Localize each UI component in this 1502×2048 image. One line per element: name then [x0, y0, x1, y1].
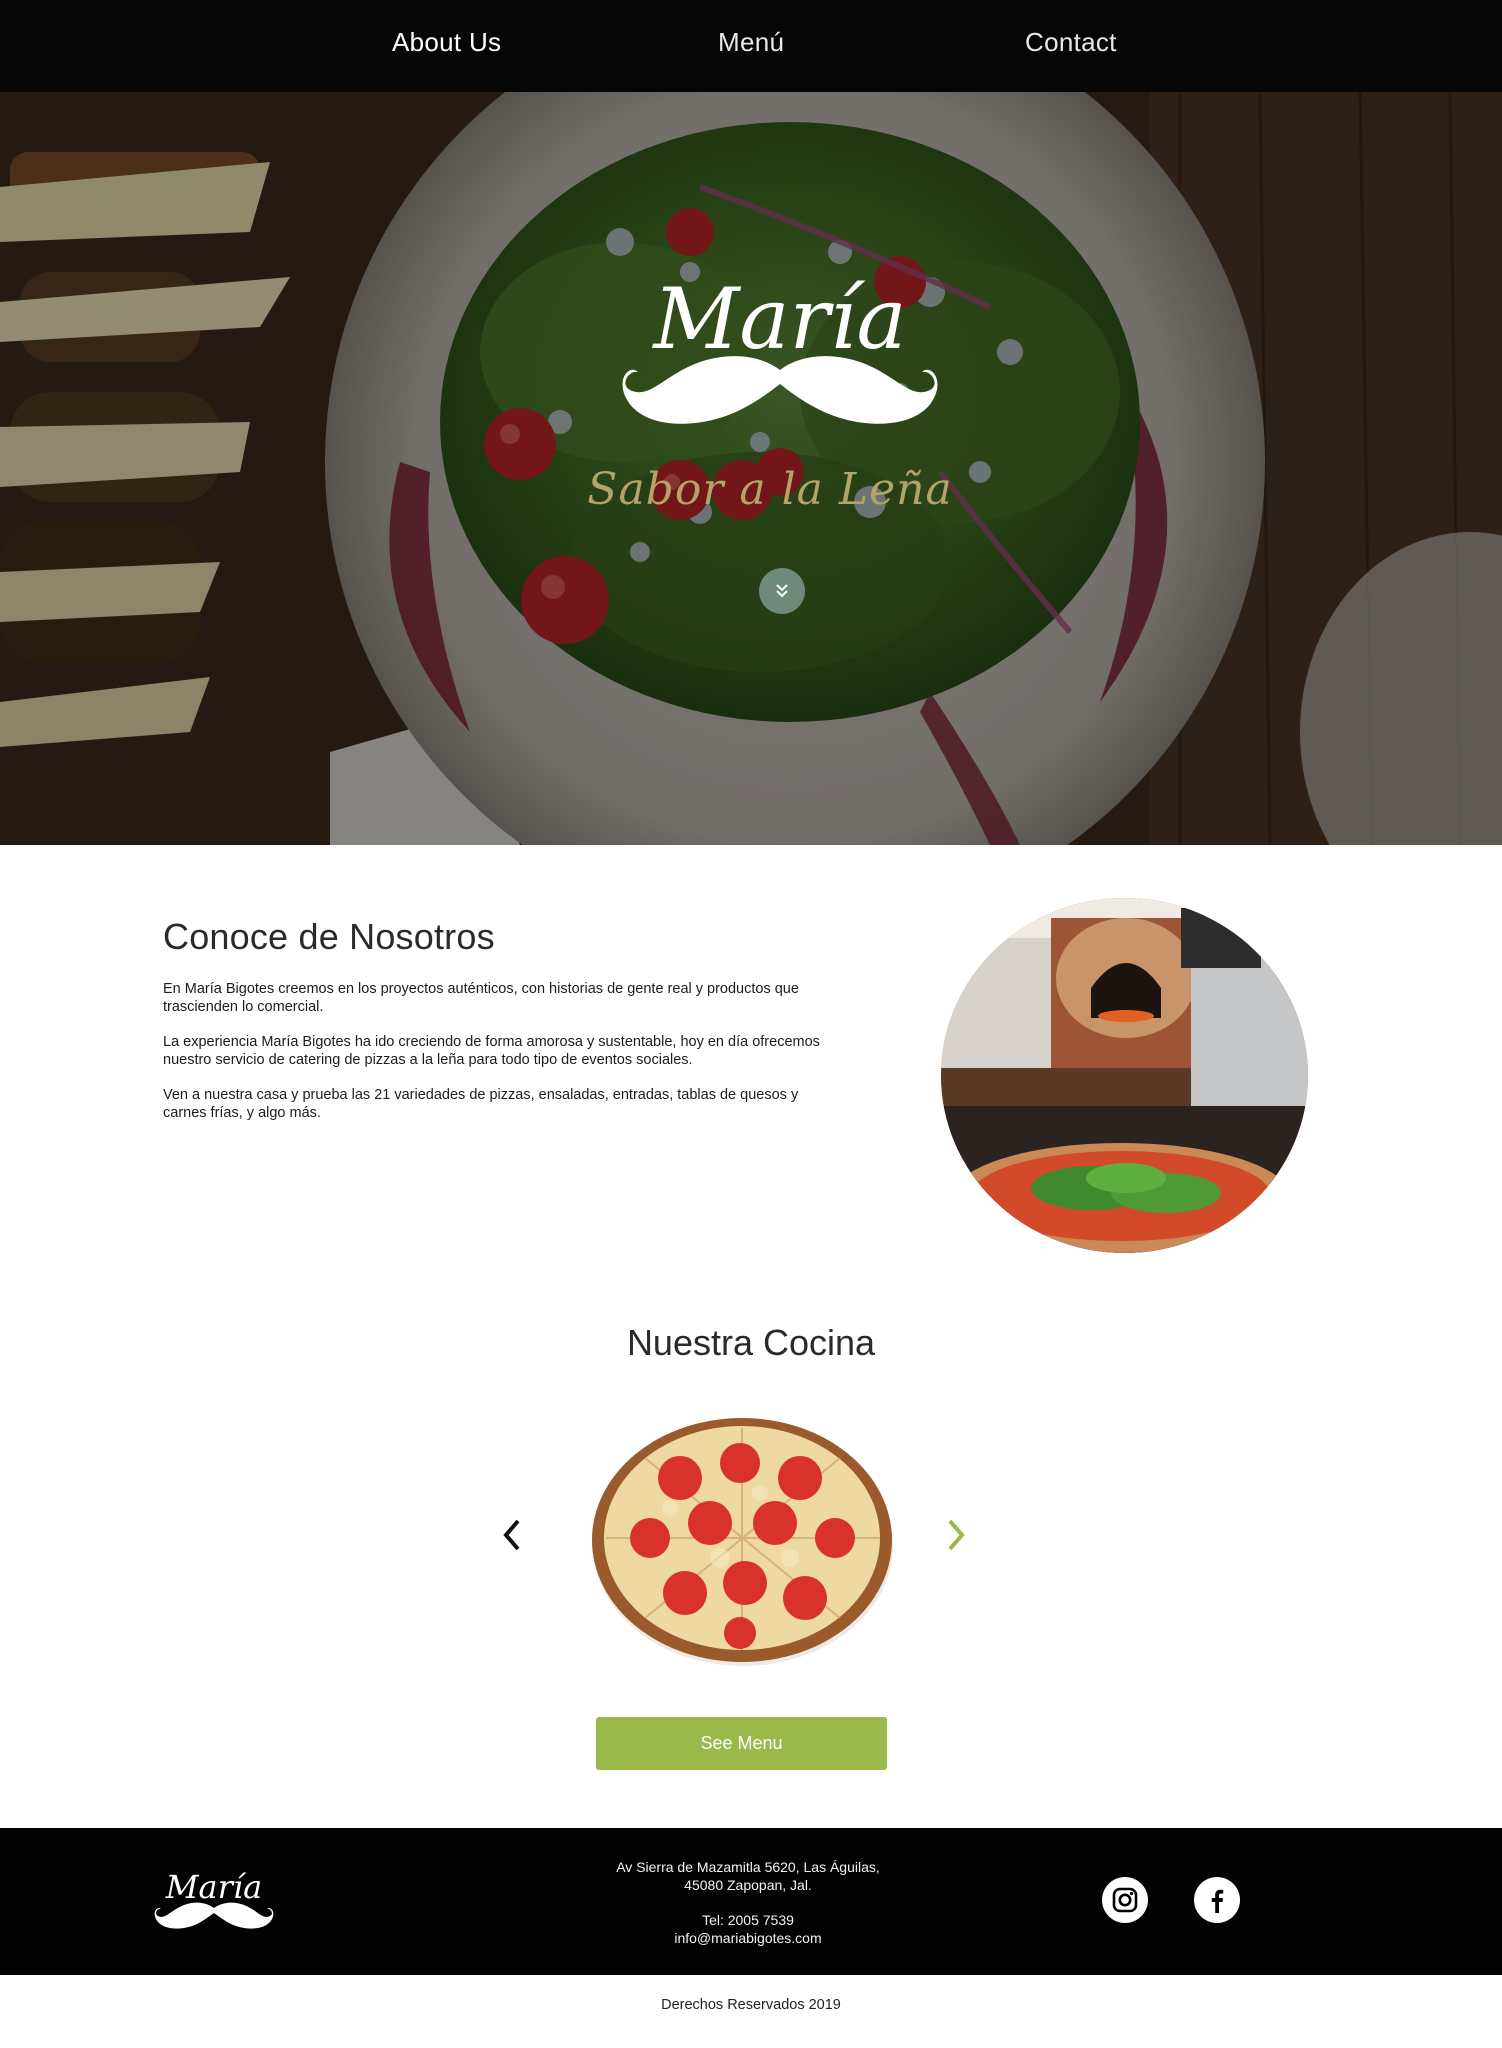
svg-text:María: María [165, 1868, 262, 1906]
instagram-icon [1112, 1887, 1138, 1913]
pepperoni-pizza-image [592, 1418, 893, 1666]
email-link[interactable]: info@mariabigotes.com [548, 1929, 948, 1947]
footer-address: Av Sierra de Mazamitla 5620, Las Águilas… [548, 1858, 948, 1894]
chevron-right-icon [948, 1519, 965, 1551]
top-nav: About Us Menú Contact [0, 0, 1502, 92]
instagram-link[interactable] [1102, 1877, 1148, 1923]
chevron-left-icon [503, 1519, 520, 1551]
address-line: Av Sierra de Mazamitla 5620, Las Águilas… [616, 1859, 880, 1875]
hero-banner: María Sabor a la Leña [0, 92, 1502, 845]
footer-contact: Tel: 2005 7539 info@mariabigotes.com [548, 1911, 948, 1947]
nav-about-us[interactable]: About Us [392, 27, 501, 58]
footer: María Av Sierra de Mazamitla 5620, Las Á… [0, 1828, 1502, 1975]
about-text: En María Bigotes creemos en los proyecto… [163, 980, 843, 1139]
facebook-link[interactable] [1194, 1877, 1240, 1923]
double-chevron-down-icon [776, 584, 788, 598]
hero-tagline: Sabor a la Leña [587, 464, 953, 515]
nav-contact[interactable]: Contact [1025, 27, 1117, 58]
cocina-title: Nuestra Cocina [626, 1322, 876, 1363]
about-paragraph: La experiencia María Bigotes ha ido crec… [163, 1034, 820, 1068]
about-paragraph: Ven a nuestra casa y prueba las 21 varie… [163, 1087, 799, 1121]
svg-text:María: María [651, 270, 906, 368]
scroll-down-button[interactable] [759, 568, 805, 614]
about-title: Conoce de Nosotros [163, 916, 495, 957]
see-menu-button[interactable]: See Menu [596, 1717, 887, 1770]
phone-text: Tel: 2005 7539 [702, 1912, 794, 1928]
nav-menu[interactable]: Menú [718, 27, 784, 58]
about-paragraph: En María Bigotes creemos en los proyecto… [163, 981, 799, 1015]
address-line: 45080 Zapopan, Jal. [684, 1877, 812, 1893]
carousel-next-button[interactable] [940, 1515, 972, 1555]
facebook-icon [1211, 1889, 1224, 1913]
copyright-text: Derechos Reservados 2019 [661, 1997, 841, 2013]
footer-logo: María [154, 1868, 274, 1929]
maria-bigotes-logo: María [622, 270, 938, 424]
pizza-oven-photo [941, 898, 1308, 1253]
carousel-prev-button[interactable] [496, 1515, 528, 1555]
